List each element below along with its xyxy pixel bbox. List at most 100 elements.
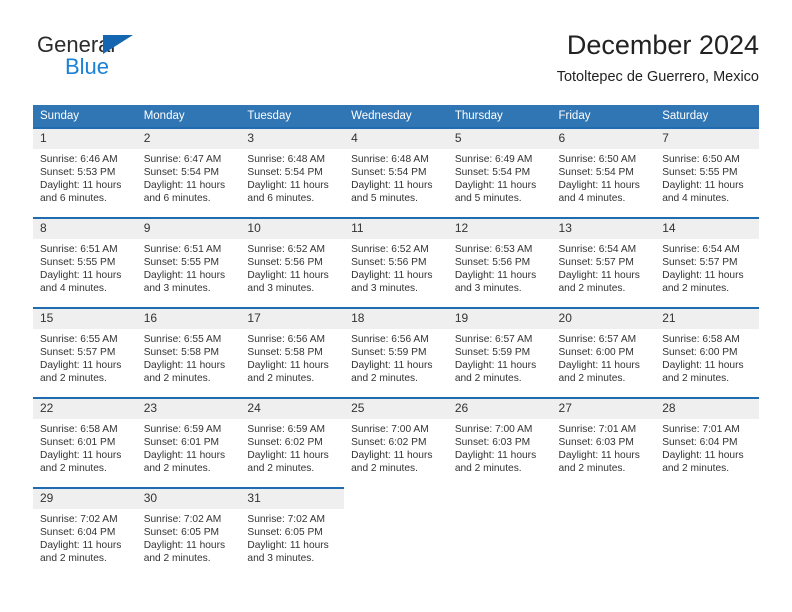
daylight-text-line1: Daylight: 11 hours <box>662 270 744 282</box>
sunset-text: Sunset: 5:58 PM <box>247 347 323 359</box>
daylight-text-line2: and 3 minutes. <box>143 283 211 295</box>
sunrise-text: Sunrise: 6:50 AM <box>558 154 637 165</box>
day-details: Sunrise: 6:58 AM Sunset: 6:01 PM Daylight:… <box>33 419 137 475</box>
general-blue-logo[interactable]: General Blue <box>33 28 263 86</box>
sunrise-text: Sunrise: 6:48 AM <box>247 154 325 165</box>
day-number: 11 <box>344 219 448 239</box>
calendar-cell <box>552 487 656 577</box>
weekday-header-sunday: Sunday <box>33 105 137 127</box>
calendar-day[interactable]: 13 Sunrise: 6:54 AM Sunset: 5:57 PM Dayligh… <box>551 217 656 305</box>
sunrise-text: Sunrise: 6:55 AM <box>40 334 118 345</box>
daylight-text-line1: Daylight: 11 hours <box>40 270 122 282</box>
sunset-text: Sunset: 5:57 PM <box>662 257 738 269</box>
calendar-day[interactable]: 10 Sunrise: 6:52 AM Sunset: 5:56 PM Dayligh… <box>240 217 345 305</box>
calendar-day[interactable]: 12 Sunrise: 6:53 AM Sunset: 5:56 PM Dayligh… <box>447 217 552 305</box>
sunset-text: Sunset: 5:57 PM <box>40 347 116 359</box>
day-details: Sunrise: 6:51 AM Sunset: 5:55 PM Daylight:… <box>33 239 137 295</box>
daylight-text-line2: and 2 minutes. <box>247 373 315 385</box>
day-number: 3 <box>240 129 345 149</box>
daylight-text-line2: and 2 minutes. <box>351 463 418 475</box>
calendar-day[interactable]: 20 Sunrise: 6:57 AM Sunset: 6:00 PM Dayligh… <box>551 307 656 395</box>
daylight-text-line2: and 2 minutes. <box>662 373 730 385</box>
sunset-text: Sunset: 6:02 PM <box>351 437 427 449</box>
calendar-day[interactable]: 23 Sunrise: 6:59 AM Sunset: 6:01 PM Dayligh… <box>136 397 241 485</box>
day-details: Sunrise: 6:48 AM Sunset: 5:54 PM Daylight:… <box>344 149 448 205</box>
daylight-text-line2: and 4 minutes. <box>40 283 107 295</box>
calendar-day[interactable]: 11 Sunrise: 6:52 AM Sunset: 5:56 PM Dayligh… <box>344 217 448 305</box>
calendar-day[interactable]: 9 Sunrise: 6:51 AM Sunset: 5:55 PM Daylight… <box>136 217 241 305</box>
calendar-cell: 17 Sunrise: 6:56 AM Sunset: 5:58 PM Dayligh… <box>240 307 345 397</box>
day-details: Sunrise: 6:50 AM Sunset: 5:54 PM Daylight:… <box>552 149 656 205</box>
calendar-day[interactable]: 16 Sunrise: 6:55 AM Sunset: 5:58 PM Dayligh… <box>136 307 241 395</box>
daylight-text-line1: Daylight: 11 hours <box>454 180 537 192</box>
calendar-day[interactable]: 28 Sunrise: 7:01 AM Sunset: 6:04 PM Dayligh… <box>655 397 759 485</box>
day-details: Sunrise: 7:02 AM Sunset: 6:05 PM Daylight:… <box>240 509 344 565</box>
sunset-text: Sunset: 5:59 PM <box>454 347 531 359</box>
sunset-text: Sunset: 6:02 PM <box>247 437 323 449</box>
sunrise-text: Sunrise: 7:02 AM <box>143 514 222 525</box>
calendar-day[interactable]: 2 Sunrise: 6:47 AM Sunset: 5:54 PM Daylight… <box>136 127 241 215</box>
calendar-day[interactable]: 24 Sunrise: 6:59 AM Sunset: 6:02 PM Dayligh… <box>240 397 345 485</box>
daylight-text-line1: Daylight: 11 hours <box>40 450 122 462</box>
calendar-cell: 19 Sunrise: 6:57 AM Sunset: 5:59 PM Dayligh… <box>447 307 552 397</box>
calendar-day-empty <box>448 487 552 575</box>
calendar-day[interactable]: 19 Sunrise: 6:57 AM Sunset: 5:59 PM Dayligh… <box>447 307 552 395</box>
daylight-text-line2: and 4 minutes. <box>558 193 626 205</box>
calendar-day[interactable]: 8 Sunrise: 6:51 AM Sunset: 5:55 PM Daylight… <box>33 217 137 305</box>
day-details: Sunrise: 6:54 AM Sunset: 5:57 PM Daylight:… <box>552 239 656 295</box>
calendar-cell: 12 Sunrise: 6:53 AM Sunset: 5:56 PM Dayligh… <box>447 217 552 307</box>
calendar-day[interactable]: 14 Sunrise: 6:54 AM Sunset: 5:57 PM Dayligh… <box>655 217 759 305</box>
sunrise-text: Sunrise: 6:55 AM <box>143 334 222 345</box>
logo-text-blue: Blue <box>65 54 110 79</box>
calendar-day[interactable]: 22 Sunrise: 6:58 AM Sunset: 6:01 PM Dayligh… <box>33 397 137 485</box>
daylight-text-line1: Daylight: 11 hours <box>662 360 744 372</box>
calendar-cell: 22 Sunrise: 6:58 AM Sunset: 6:01 PM Dayligh… <box>33 397 137 487</box>
sunrise-text: Sunrise: 7:00 AM <box>454 424 533 435</box>
day-number: 22 <box>33 399 137 419</box>
daylight-text-line1: Daylight: 11 hours <box>247 540 329 552</box>
daylight-text-line2: and 2 minutes. <box>247 463 315 475</box>
calendar-day[interactable]: 27 Sunrise: 7:01 AM Sunset: 6:03 PM Dayligh… <box>551 397 656 485</box>
calendar-day[interactable]: 29 Sunrise: 7:02 AM Sunset: 6:04 PM Dayligh… <box>33 487 137 575</box>
calendar-day[interactable]: 25 Sunrise: 7:00 AM Sunset: 6:02 PM Dayligh… <box>344 397 448 485</box>
sunrise-text: Sunrise: 6:56 AM <box>351 334 429 345</box>
calendar-day-empty <box>344 487 448 575</box>
sunset-text: Sunset: 6:01 PM <box>40 437 116 449</box>
calendar-day[interactable]: 3 Sunrise: 6:48 AM Sunset: 5:54 PM Daylight… <box>240 127 345 215</box>
daylight-text-line2: and 2 minutes. <box>143 373 211 385</box>
sunset-text: Sunset: 6:04 PM <box>40 527 116 539</box>
calendar-cell: 26 Sunrise: 7:00 AM Sunset: 6:03 PM Dayligh… <box>447 397 552 487</box>
sunset-text: Sunset: 6:01 PM <box>143 437 220 449</box>
sunrise-text: Sunrise: 6:51 AM <box>143 244 222 255</box>
daylight-text-line1: Daylight: 11 hours <box>143 540 226 552</box>
calendar-day[interactable]: 17 Sunrise: 6:56 AM Sunset: 5:58 PM Dayligh… <box>240 307 345 395</box>
calendar-cell: 29 Sunrise: 7:02 AM Sunset: 6:04 PM Dayligh… <box>33 487 137 577</box>
day-number: 17 <box>240 309 345 329</box>
calendar-cell: 1 Sunrise: 6:46 AM Sunset: 5:53 PM Daylight… <box>33 127 137 217</box>
calendar-day[interactable]: 4 Sunrise: 6:48 AM Sunset: 5:54 PM Daylight… <box>344 127 448 215</box>
daylight-text-line2: and 2 minutes. <box>40 463 107 475</box>
calendar-day[interactable]: 7 Sunrise: 6:50 AM Sunset: 5:55 PM Daylight… <box>655 127 759 215</box>
calendar-day[interactable]: 31 Sunrise: 7:02 AM Sunset: 6:05 PM Dayligh… <box>240 487 345 575</box>
sunset-text: Sunset: 6:03 PM <box>558 437 634 449</box>
calendar-day[interactable]: 26 Sunrise: 7:00 AM Sunset: 6:03 PM Dayligh… <box>447 397 552 485</box>
sunrise-text: Sunrise: 6:56 AM <box>247 334 325 345</box>
day-details: Sunrise: 7:01 AM Sunset: 6:04 PM Daylight:… <box>655 419 759 475</box>
page-header: General Blue December 2024 Totoltepec de… <box>33 28 759 90</box>
sunrise-text: Sunrise: 6:59 AM <box>247 424 325 435</box>
calendar-day[interactable]: 21 Sunrise: 6:58 AM Sunset: 6:00 PM Dayligh… <box>655 307 759 395</box>
daylight-text-line2: and 3 minutes. <box>351 283 418 295</box>
calendar-cell: 16 Sunrise: 6:55 AM Sunset: 5:58 PM Dayligh… <box>136 307 241 397</box>
calendar-day[interactable]: 30 Sunrise: 7:02 AM Sunset: 6:05 PM Dayligh… <box>136 487 241 575</box>
day-number: 4 <box>344 129 448 149</box>
calendar-day[interactable]: 6 Sunrise: 6:50 AM Sunset: 5:54 PM Daylight… <box>551 127 656 215</box>
calendar-cell: 10 Sunrise: 6:52 AM Sunset: 5:56 PM Dayligh… <box>240 217 345 307</box>
calendar-day[interactable]: 18 Sunrise: 6:56 AM Sunset: 5:59 PM Dayligh… <box>344 307 448 395</box>
calendar-day[interactable]: 1 Sunrise: 6:46 AM Sunset: 5:53 PM Daylight… <box>33 127 137 215</box>
calendar-cell: 11 Sunrise: 6:52 AM Sunset: 5:56 PM Dayligh… <box>344 217 448 307</box>
calendar-day[interactable]: 15 Sunrise: 6:55 AM Sunset: 5:57 PM Dayligh… <box>33 307 137 395</box>
calendar-day[interactable]: 5 Sunrise: 6:49 AM Sunset: 5:54 PM Daylight… <box>447 127 552 215</box>
calendar-cell <box>344 487 448 577</box>
daylight-text-line1: Daylight: 11 hours <box>558 450 640 462</box>
sunrise-text: Sunrise: 6:57 AM <box>454 334 533 345</box>
